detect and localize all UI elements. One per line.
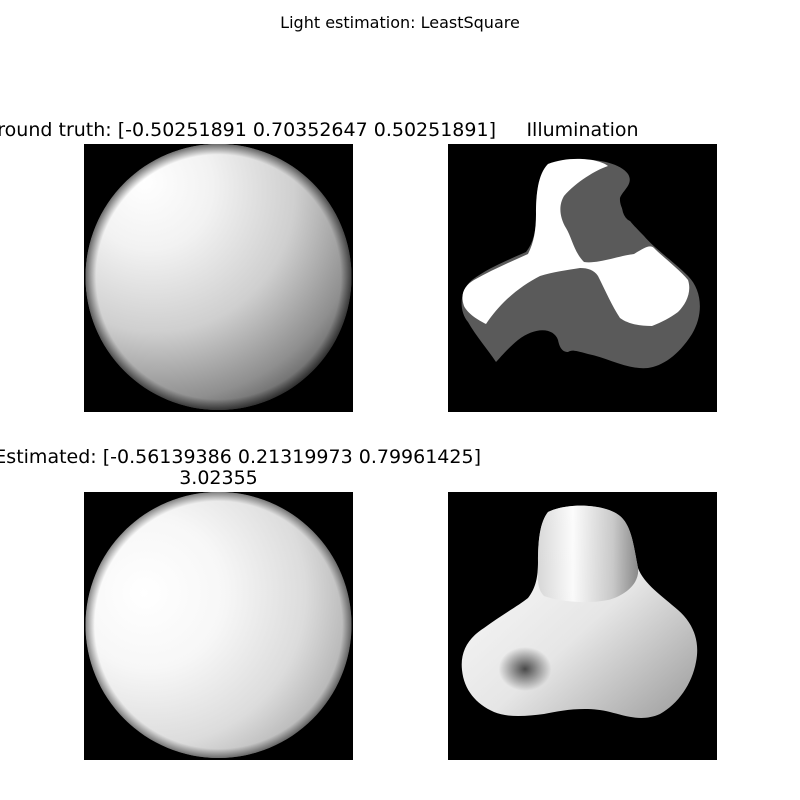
illumination-title: Illumination bbox=[526, 119, 639, 141]
illumination-image bbox=[448, 144, 717, 412]
figure: Light estimation: LeastSquare Ground tru… bbox=[0, 0, 800, 800]
estimated-sphere-render bbox=[85, 492, 352, 758]
figure-suptitle: Light estimation: LeastSquare bbox=[280, 13, 520, 32]
estimated-title-line1: Estimated: [-0.56139386 0.21319973 0.799… bbox=[0, 446, 481, 468]
ground-truth-sphere-image bbox=[84, 144, 353, 412]
estimated-shape-stem bbox=[537, 505, 639, 603]
illumination-render bbox=[461, 158, 700, 369]
estimated-shape-render bbox=[461, 505, 698, 718]
estimated-sphere-image bbox=[84, 492, 353, 760]
estimated-shape-image bbox=[448, 492, 717, 760]
estimated-title-line2: 3.02355 bbox=[179, 467, 258, 489]
ground-truth-title: Ground truth: [-0.50251891 0.70352647 0.… bbox=[0, 119, 496, 141]
ground-truth-sphere-render bbox=[85, 144, 352, 410]
